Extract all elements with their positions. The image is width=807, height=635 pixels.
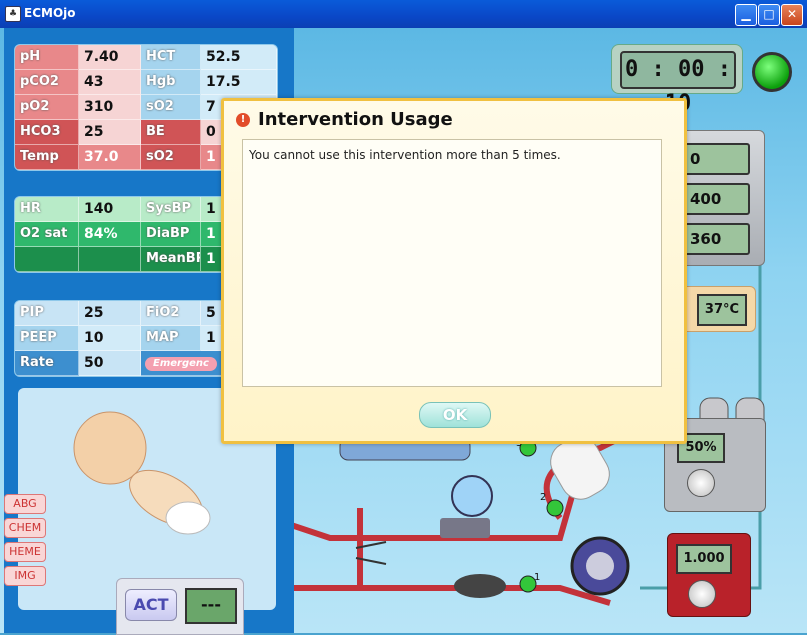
dialog-title: Intervention Usage [258,109,453,130]
lab-label: HCO3 [15,120,79,145]
vent-label: PIP [15,301,79,326]
chem-button[interactable]: CHEM [4,518,46,538]
vent-value: 10 [79,326,141,351]
lab-label: sO2 [141,95,201,120]
port-label-1: 1 [534,572,540,583]
img-button[interactable]: IMG [4,566,46,586]
vital-value [79,247,141,272]
vent-label: FiO2 [141,301,201,326]
access-port-2-icon [546,499,564,517]
window-title: ECMOjo [24,6,76,20]
act-display: --- [185,588,237,624]
close-button[interactable]: ✕ [781,4,803,26]
heater-panel: 37°C [678,286,756,332]
vital-label: SysBP [141,197,201,222]
timer-display: 0 : 00 : 10 [620,51,736,116]
sweep-flow-panel: 1.000 [667,533,751,617]
vital-label: MeanBP [141,247,201,272]
title-bar: ♣ ECMOjo ▁ □ ✕ [0,0,807,29]
maximize-button[interactable]: □ [758,4,780,26]
bubble-detector-icon [451,475,493,517]
vent-value: 25 [79,301,141,326]
vent-label: Rate [15,351,79,376]
flow-knob[interactable] [688,580,716,608]
lab-label: pH [15,45,79,70]
vital-value: 140 [79,197,141,222]
pump-rotor-icon [586,552,614,580]
lab-label: sO2 [141,145,201,170]
act-button[interactable]: ACT [125,589,177,621]
bubble-detector-base [440,518,490,538]
diaper-icon [165,501,211,535]
lab-label: HCT [141,45,201,70]
lab-label: pO2 [15,95,79,120]
status-led-icon [752,52,792,92]
vital-label: DiaBP [141,222,201,247]
emergency-button[interactable]: Emergenc [145,357,217,371]
gas-knob[interactable] [687,469,715,497]
vent-value: 50 [79,351,141,376]
port-label-2: 2 [540,492,546,503]
lab-label: Temp [15,145,79,170]
heater-temp-display: 37°C [697,294,747,326]
pump-display-1: 0 [682,143,750,175]
act-panel: ACT --- [116,578,244,635]
app-icon: ♣ [5,6,21,22]
vital-label: HR [15,197,79,222]
lab-value: 52.5 [201,45,277,70]
intervention-usage-dialog: ! Intervention Usage You cannot use this… [221,98,687,444]
bladder-icon [454,574,506,598]
lab-value: 25 [79,120,141,145]
lab-label: Hgb [141,70,201,95]
lab-label: BE [141,120,201,145]
lab-label: pCO2 [15,70,79,95]
lab-value: 37.0 [79,145,141,170]
timer-panel: 0 : 00 : 10 [611,44,743,116]
dialog-message: You cannot use this intervention more th… [242,139,662,387]
pump-display-2: 400 [682,183,750,215]
vital-label [15,247,79,272]
lab-value: 17.5 [201,70,277,95]
vital-value: 84% [79,222,141,247]
minimize-button[interactable]: ▁ [735,4,757,26]
warning-icon: ! [236,113,250,127]
heme-button[interactable]: HEME [4,542,46,562]
vent-label: MAP [141,326,201,351]
ok-button[interactable]: OK [419,402,491,428]
flow-display: 1.000 [676,544,732,574]
lab-value: 310 [79,95,141,120]
lab-value: 7.40 [79,45,141,70]
lab-value: 43 [79,70,141,95]
pump-display-3: 360 [682,223,750,255]
abg-button[interactable]: ABG [4,494,46,514]
vent-label: PEEP [15,326,79,351]
vital-label: O2 sat [15,222,79,247]
